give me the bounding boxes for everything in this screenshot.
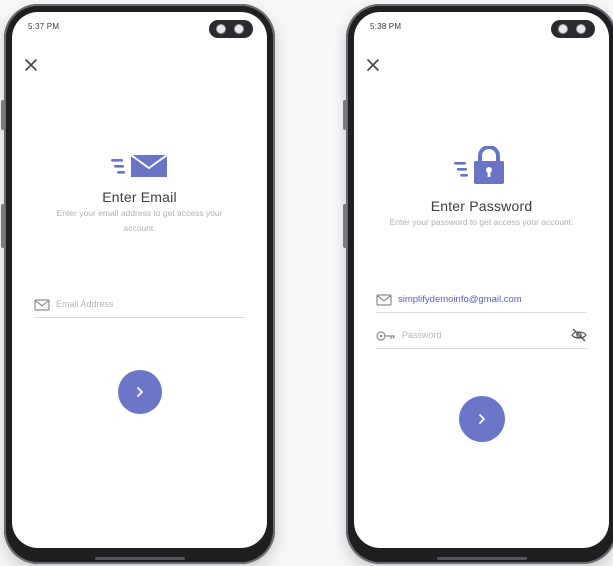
page-subtitle: Enter your email address to get access y… (56, 208, 223, 233)
mail-icon (110, 152, 169, 180)
lock-icon (453, 145, 510, 186)
next-button[interactable] (117, 370, 162, 414)
email-value: simplifydemoinfo@gmail.com (398, 293, 522, 305)
chevron-right-icon (478, 414, 485, 424)
page-subtitle: Enter your password to get access your a… (389, 217, 574, 227)
key-icon (376, 329, 396, 341)
home-indicator (94, 557, 185, 560)
close-icon[interactable] (364, 56, 382, 74)
envelope-icon (376, 293, 392, 306)
side-button (1, 204, 5, 248)
volume-button (343, 100, 347, 130)
phone-frame-password: 5:38 PM Enter Password Enter your passwo… (343, 4, 613, 564)
envelope-icon (34, 298, 50, 311)
home-indicator (436, 557, 527, 560)
status-time: 5:38 PM (370, 22, 402, 31)
submit-button[interactable] (458, 396, 505, 442)
side-button (343, 204, 347, 248)
page-title: Enter Email (102, 189, 177, 205)
close-icon[interactable] (22, 56, 40, 74)
page-title: Enter Password (430, 198, 533, 214)
camera-cutout (551, 20, 595, 38)
password-field[interactable]: Password (376, 322, 587, 349)
eye-off-icon[interactable] (571, 328, 587, 342)
camera-cutout (209, 20, 253, 38)
email-field[interactable]: Email Address (34, 291, 245, 318)
phone-frame-email: 5:37 PM Enter Email Enter your email add… (1, 4, 275, 564)
chevron-right-icon (136, 387, 143, 397)
password-screen: 5:38 PM Enter Password Enter your passwo… (354, 12, 609, 548)
email-placeholder: Email Address (56, 299, 114, 309)
email-field[interactable]: simplifydemoinfo@gmail.com (376, 286, 587, 313)
status-time: 5:37 PM (28, 22, 60, 31)
email-screen: 5:37 PM Enter Email Enter your email add… (12, 12, 267, 548)
password-placeholder: Password (402, 330, 442, 340)
volume-button (1, 100, 5, 130)
